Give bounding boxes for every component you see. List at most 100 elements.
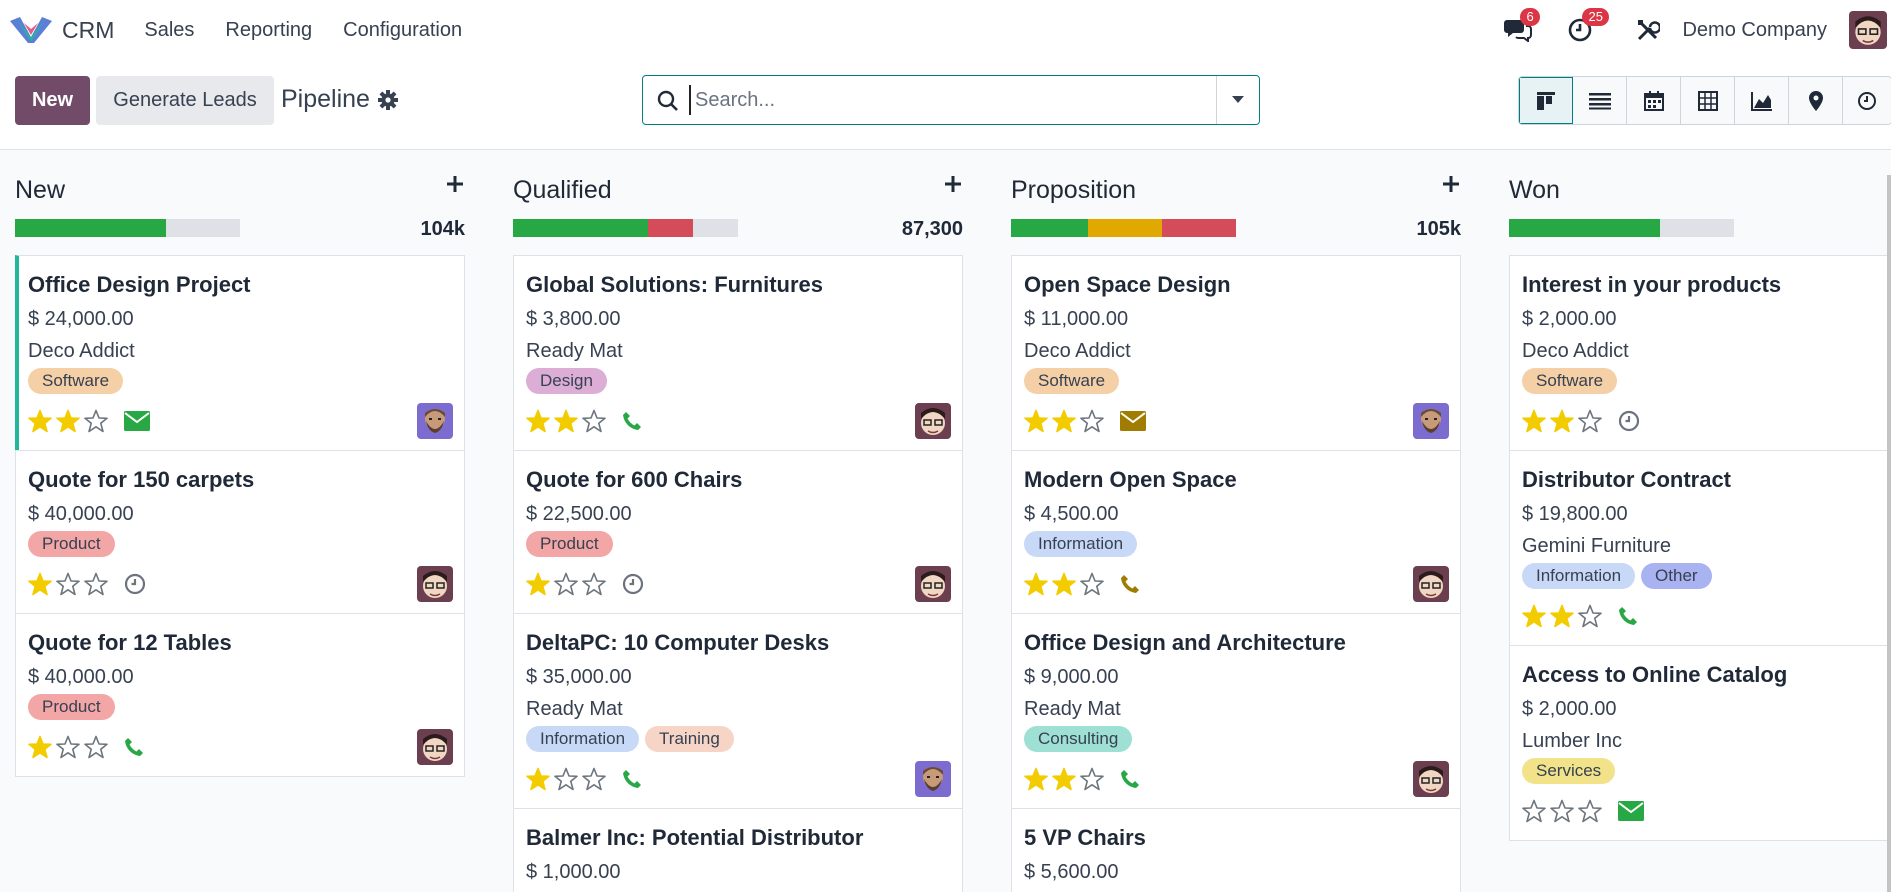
kanban-card[interactable]: Interest in your products $ 2,000.00 Deco …	[1509, 255, 1891, 451]
column-title[interactable]: Proposition	[1011, 176, 1136, 205]
star-filled-icon[interactable]	[1522, 604, 1546, 628]
search-options-toggle[interactable]	[1216, 76, 1259, 124]
star-empty-icon[interactable]	[582, 409, 606, 433]
activity-button[interactable]	[622, 769, 642, 789]
star-empty-icon[interactable]	[56, 735, 80, 759]
menu-configuration[interactable]: Configuration	[343, 19, 462, 42]
star-empty-icon[interactable]	[1522, 799, 1546, 823]
progress-segment-green[interactable]	[1011, 219, 1088, 237]
column-title[interactable]: New	[15, 176, 65, 205]
star-empty-icon[interactable]	[1550, 799, 1574, 823]
column-title[interactable]: Won	[1509, 176, 1560, 205]
menu-reporting[interactable]: Reporting	[225, 19, 312, 42]
star-empty-icon[interactable]	[1080, 409, 1104, 433]
plus-icon[interactable]	[445, 174, 465, 194]
star-filled-icon[interactable]	[56, 409, 80, 433]
kanban-view-button[interactable]	[1519, 77, 1573, 124]
star-filled-icon[interactable]	[1052, 572, 1076, 596]
star-empty-icon[interactable]	[582, 767, 606, 791]
star-filled-icon[interactable]	[1550, 409, 1574, 433]
progress-segment-green[interactable]	[513, 219, 648, 237]
kanban-card[interactable]: DeltaPC: 10 Computer Desks $ 35,000.00 Rea…	[513, 613, 963, 809]
graph-view-button[interactable]	[1735, 77, 1789, 124]
activity-button[interactable]	[124, 573, 146, 595]
kanban-card[interactable]: Quote for 600 Chairs $ 22,500.00 Product	[513, 450, 963, 614]
star-filled-icon[interactable]	[28, 572, 52, 596]
progress-segment-red[interactable]	[648, 219, 693, 237]
kanban-card[interactable]: Office Design Project $ 24,000.00 Deco Add…	[15, 255, 465, 451]
salesperson-avatar[interactable]	[1413, 566, 1449, 602]
kanban-card[interactable]: Quote for 12 Tables $ 40,000.00 Product	[15, 613, 465, 777]
star-empty-icon[interactable]	[554, 572, 578, 596]
star-filled-icon[interactable]	[1052, 767, 1076, 791]
company-switcher[interactable]: Demo Company	[1682, 19, 1827, 42]
kanban-card[interactable]: Access to Online Catalog $ 2,000.00 Lumber…	[1509, 645, 1891, 841]
star-filled-icon[interactable]	[1052, 409, 1076, 433]
kanban-card[interactable]: Modern Open Space $ 4,500.00 Information	[1011, 450, 1461, 614]
app-brand[interactable]: CRM	[10, 17, 114, 44]
salesperson-avatar[interactable]	[915, 403, 951, 439]
salesperson-avatar[interactable]	[417, 566, 453, 602]
kanban-card[interactable]: Quote for 150 carpets $ 40,000.00 Product	[15, 450, 465, 614]
menu-sales[interactable]: Sales	[144, 19, 194, 42]
salesperson-avatar[interactable]	[1413, 403, 1449, 439]
star-empty-icon[interactable]	[84, 409, 108, 433]
star-filled-icon[interactable]	[526, 572, 550, 596]
star-filled-icon[interactable]	[1522, 409, 1546, 433]
kanban-card[interactable]: 5 VP Chairs $ 5,600.00	[1011, 808, 1461, 892]
search-input[interactable]	[689, 85, 1189, 115]
activity-button[interactable]	[622, 411, 642, 431]
debug-tools-button[interactable]	[1632, 14, 1664, 46]
star-empty-icon[interactable]	[1578, 604, 1602, 628]
progress-segment-green[interactable]	[15, 219, 166, 237]
star-empty-icon[interactable]	[84, 572, 108, 596]
activity-button[interactable]	[1120, 411, 1146, 431]
star-empty-icon[interactable]	[84, 735, 108, 759]
activity-button[interactable]	[1618, 801, 1644, 821]
star-empty-icon[interactable]	[582, 572, 606, 596]
vertical-scrollbar[interactable]	[1887, 175, 1891, 892]
salesperson-avatar[interactable]	[417, 729, 453, 765]
star-filled-icon[interactable]	[28, 735, 52, 759]
star-empty-icon[interactable]	[1578, 409, 1602, 433]
user-avatar[interactable]	[1849, 11, 1887, 49]
kanban-card[interactable]: Distributor Contract $ 19,800.00 Gemini Fu…	[1509, 450, 1891, 646]
kanban-card[interactable]: Office Design and Architecture $ 9,000.00…	[1011, 613, 1461, 809]
activity-button[interactable]	[1618, 606, 1638, 626]
column-title[interactable]: Qualified	[513, 176, 612, 205]
star-filled-icon[interactable]	[1550, 604, 1574, 628]
star-empty-icon[interactable]	[56, 572, 80, 596]
salesperson-avatar[interactable]	[1413, 761, 1449, 797]
star-filled-icon[interactable]	[28, 409, 52, 433]
plus-icon[interactable]	[1441, 174, 1461, 194]
star-filled-icon[interactable]	[526, 409, 550, 433]
activity-button[interactable]	[124, 737, 144, 757]
new-button[interactable]: New	[15, 76, 90, 125]
star-empty-icon[interactable]	[1578, 799, 1602, 823]
star-filled-icon[interactable]	[1024, 767, 1048, 791]
progress-segment-orange[interactable]	[1088, 219, 1162, 237]
activity-button[interactable]	[1120, 574, 1140, 594]
star-empty-icon[interactable]	[1080, 572, 1104, 596]
star-filled-icon[interactable]	[1024, 572, 1048, 596]
activity-button[interactable]	[1618, 410, 1640, 432]
pivot-view-button[interactable]	[1681, 77, 1735, 124]
salesperson-avatar[interactable]	[417, 403, 453, 439]
star-filled-icon[interactable]	[554, 409, 578, 433]
gear-icon[interactable]	[378, 90, 398, 110]
activity-button[interactable]	[1120, 769, 1140, 789]
progress-segment-red[interactable]	[1162, 219, 1236, 237]
salesperson-avatar[interactable]	[915, 566, 951, 602]
generate-leads-button[interactable]: Generate Leads	[96, 76, 274, 125]
messaging-button[interactable]: 6	[1502, 8, 1540, 46]
kanban-card[interactable]: Open Space Design $ 11,000.00 Deco Addict S…	[1011, 255, 1461, 451]
progress-segment-green[interactable]	[1509, 219, 1660, 237]
kanban-card[interactable]: Global Solutions: Furnitures $ 3,800.00 Re…	[513, 255, 963, 451]
activities-button[interactable]: 25	[1564, 8, 1609, 46]
star-empty-icon[interactable]	[1080, 767, 1104, 791]
activity-button[interactable]	[622, 573, 644, 595]
star-filled-icon[interactable]	[526, 767, 550, 791]
list-view-button[interactable]	[1573, 77, 1627, 124]
activity-button[interactable]	[124, 411, 150, 431]
activity-view-button[interactable]	[1843, 77, 1891, 124]
